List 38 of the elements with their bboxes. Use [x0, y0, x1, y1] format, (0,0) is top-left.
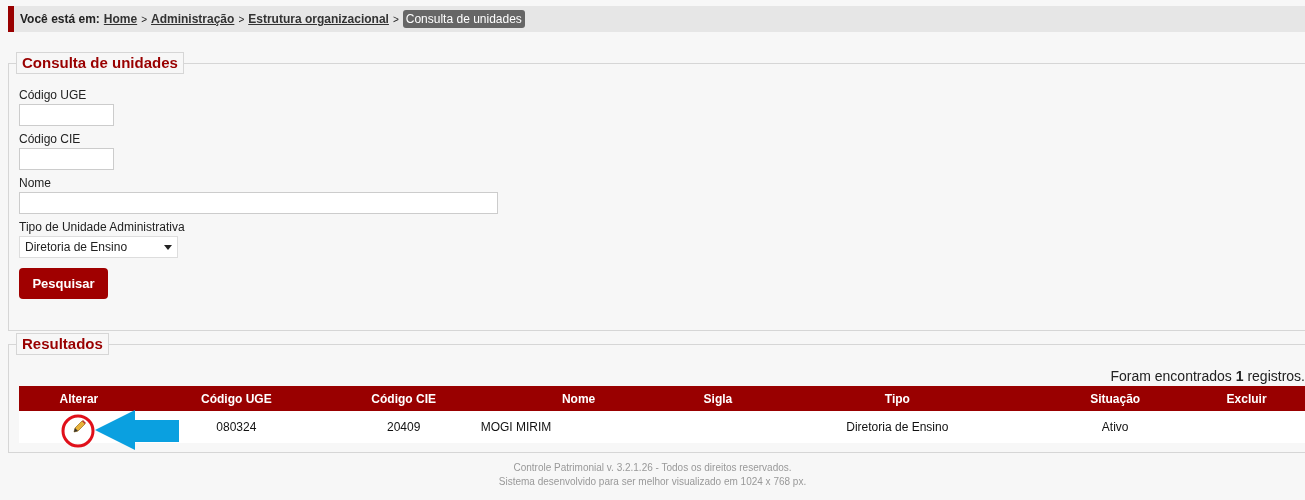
column-header: Código CIE	[370, 390, 438, 408]
table-cell-text: 20409	[386, 419, 422, 436]
field-label: Tipo de Unidade Administrativa	[19, 220, 185, 234]
breadcrumb-label: Você está em:	[20, 11, 100, 28]
field-label: Código CIE	[19, 132, 81, 146]
column-header: Alterar	[58, 390, 100, 408]
column-header: Nome	[560, 390, 597, 408]
section-title: Consulta de unidades	[22, 54, 178, 72]
table-cell-text: Diretoria de Ensino	[845, 419, 950, 436]
breadcrumb-link[interactable]: Estrutura organizacional	[248, 10, 389, 28]
column-header: Tipo	[883, 390, 911, 408]
breadcrumb-separator: >	[392, 12, 399, 27]
breadcrumb-link[interactable]: Administração	[151, 10, 235, 28]
column-header: Código UGE	[200, 390, 273, 408]
input-field[interactable]	[19, 104, 114, 126]
column-header: Sigla	[702, 390, 734, 408]
breadcrumb-separator: >	[141, 12, 147, 27]
field-label: Código UGE	[19, 88, 87, 102]
column-header: Situação	[1089, 390, 1142, 408]
footer-text: Sistema desenvolvido para ser melhor visualizado em 1024 x 768 px.	[498, 475, 807, 489]
breadcrumb-separator: >	[238, 12, 245, 27]
column-header: Excluir	[1225, 390, 1268, 408]
table-cell-text: Ativo	[1100, 419, 1130, 436]
breadcrumb-link[interactable]: Home	[103, 10, 138, 28]
search-button[interactable]: Pesquisar	[19, 268, 108, 299]
footer-text: Controle Patrimonial v. 3.2.1.26 - Todos os direitos reservados.	[513, 461, 792, 475]
annotation-circle	[61, 414, 95, 448]
results-count: Foram encontrados 1 registros.	[1110, 367, 1305, 386]
pencil-icon[interactable]	[70, 419, 87, 435]
dropdown[interactable]: Diretoria de Ensino	[19, 236, 178, 258]
table-cell-text: 080324	[215, 419, 258, 436]
section-title: Resultados	[22, 335, 103, 353]
field-label: Nome	[19, 176, 51, 190]
caret-icon	[164, 244, 172, 250]
table-cell-text: MOGI MIRIM	[479, 419, 553, 436]
input-field[interactable]	[19, 148, 114, 170]
input-field[interactable]	[19, 192, 498, 214]
breadcrumb-current: Consulta de unidades	[402, 10, 525, 28]
